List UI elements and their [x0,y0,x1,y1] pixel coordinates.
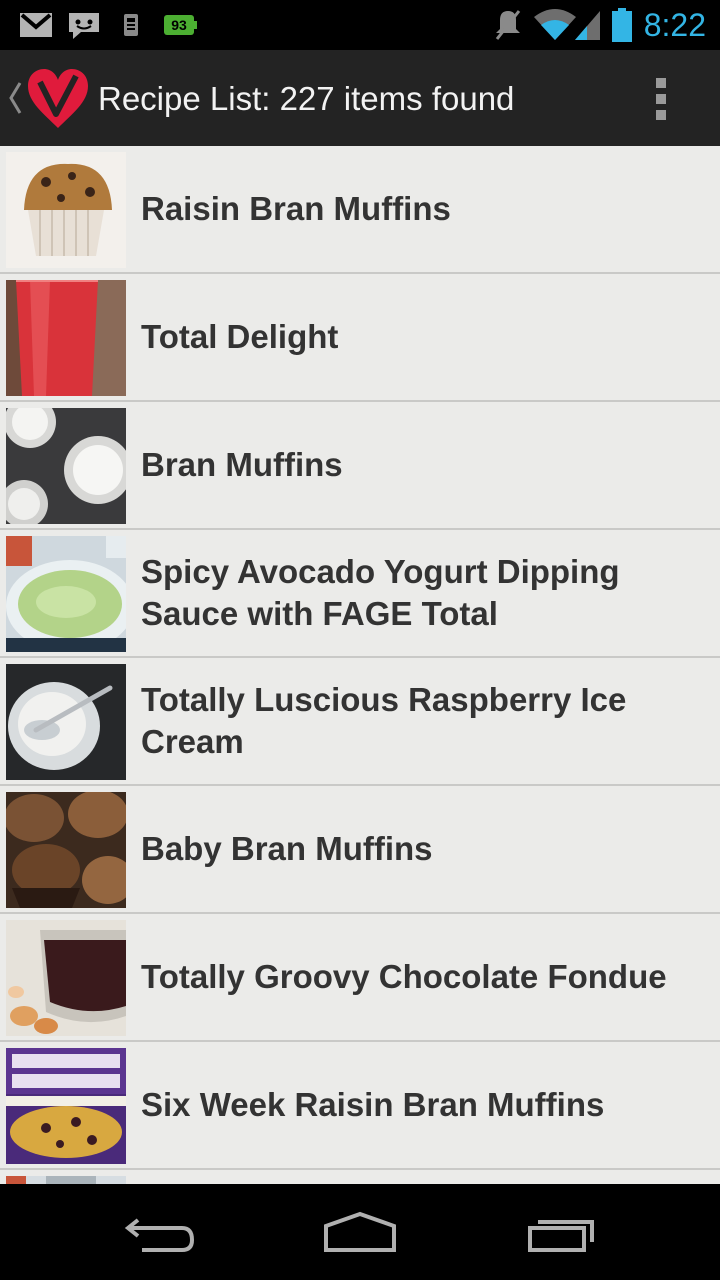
muffin-photo [6,152,126,268]
battery-saver-icon: 93 [162,0,198,50]
recipe-row[interactable]: Spicy Avocado Yogurt Dipping Sauce with … [0,530,720,658]
recipe-title: Bran Muffins [141,446,343,483]
recipe-list[interactable]: Raisin Bran Muffins Total Delight Bran M… [0,146,720,1184]
recipe-row[interactable]: Raisin Bran Muffins [0,146,720,274]
recipe-title: Totally Groovy Chocolate Fondue [141,958,667,995]
messaging-icon [66,0,102,50]
home-icon [324,1211,396,1252]
back-button[interactable] [90,1184,230,1280]
more-vert-icon [656,78,666,88]
baby-muffins-photo [6,792,126,908]
red-smoothie-photo [6,280,126,396]
app-logo-icon [28,69,88,128]
recipe-title: Total Delight [141,318,339,355]
muffin-tin-photo [6,408,126,524]
page-title: Recipe List: 227 items found [98,80,515,117]
avocado-dip-photo [6,536,126,652]
screen: 93 8:22 Recipe List: 227 items found Rai… [0,0,720,1280]
ice-cream-bowl-photo [6,664,126,780]
mute-icon [490,0,526,50]
recipe-title: Six Week Raisin Bran Muffins [141,1086,605,1123]
raisin-bran-box-photo [6,1048,126,1164]
signal-icon [572,0,602,50]
up-button[interactable] [0,50,92,146]
status-bar: 93 8:22 [0,0,720,50]
recipe-thumbnail [6,1176,126,1184]
nav-bar [0,1184,720,1280]
gmail-icon [18,0,54,50]
recent-apps-button[interactable] [492,1184,632,1280]
recipe-row[interactable]: Totally Groovy Chocolate Fondue [0,914,720,1042]
recipe-row[interactable]: Six Week Raisin Bran Muffins [0,1042,720,1170]
recipe-row[interactable] [0,1170,720,1184]
more-vert-button[interactable] [606,50,720,146]
battery-percent-label: 93 [171,17,187,33]
recipe-title: Totally Luscious Raspberry Ice Cream [141,681,627,760]
chocolate-fondue-photo [6,920,126,1036]
recipe-row[interactable]: Baby Bran Muffins [0,786,720,914]
recent-apps-icon [528,1220,594,1252]
recipe-title: Spicy Avocado Yogurt Dipping Sauce with … [141,553,620,632]
recipe-row[interactable]: Total Delight [0,274,720,402]
chevron-left-icon [9,82,22,114]
recipe-title: Raisin Bran Muffins [141,190,451,227]
recipe-row[interactable]: Totally Luscious Raspberry Ice Cream [0,658,720,786]
home-button[interactable] [290,1184,430,1280]
action-bar: Recipe List: 227 items found [0,50,720,148]
battery-icon [608,0,636,50]
status-time: 8:22 [643,7,706,43]
recipe-row[interactable]: Bran Muffins [0,402,720,530]
recipe-title: Baby Bran Muffins [141,830,433,867]
back-icon [124,1218,195,1252]
sd-card-icon [120,0,142,50]
